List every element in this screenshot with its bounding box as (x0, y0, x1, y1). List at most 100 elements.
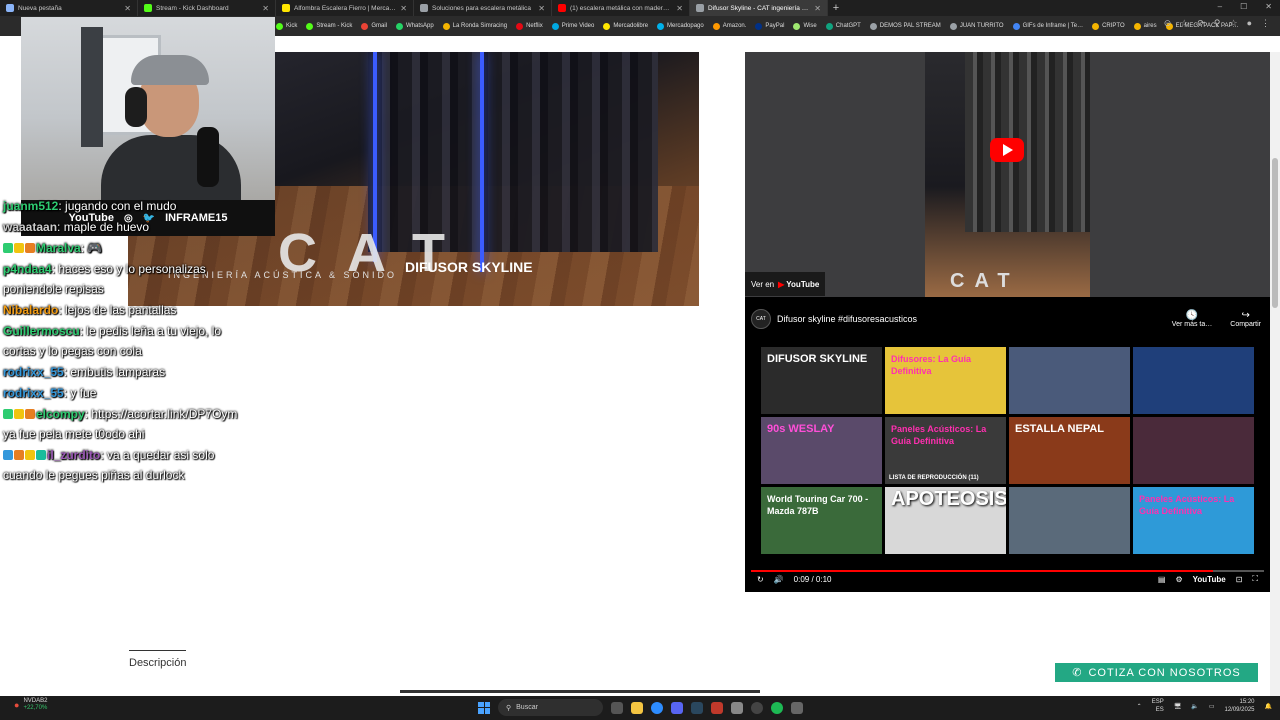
suggested-video[interactable]: APOTEOSIS (885, 487, 1006, 554)
toolbar-icon[interactable]: ● (1247, 18, 1252, 29)
app-icon[interactable] (791, 701, 803, 714)
steam-icon[interactable] (691, 701, 703, 714)
browser-tab[interactable]: Difusor Skyline - CAT ingeniería a… ✕ (690, 0, 828, 16)
suggested-video[interactable] (1009, 347, 1130, 414)
new-tab-button[interactable]: + (828, 2, 844, 14)
obs-icon[interactable] (751, 701, 763, 714)
browser-tab[interactable]: Alfombra Escalera Fierro | Mercado… ✕ (276, 0, 414, 16)
bookmark-item[interactable]: GIFs de Inframe | Te… (1012, 22, 1083, 30)
toolbar-icon[interactable]: ☆ (1229, 18, 1237, 29)
language-indicator[interactable]: ESP ES (1152, 698, 1164, 714)
toolbar-icon[interactable]: ⋮ (1261, 18, 1270, 29)
file-explorer-icon[interactable] (631, 701, 643, 714)
chevron-up-icon[interactable]: ⌃ (1137, 703, 1142, 710)
toolbar-icon[interactable]: ⚲ (1214, 18, 1221, 29)
bookmark-item[interactable]: WhatsApp (396, 22, 434, 30)
suggested-video[interactable] (1133, 417, 1254, 484)
fullscreen-icon[interactable]: ⛶ (1252, 574, 1258, 584)
edge-icon[interactable] (651, 701, 663, 714)
bookmark-item[interactable]: Gmail (361, 22, 387, 30)
bookmark-item[interactable]: Prime Video (551, 22, 594, 30)
bookmark-item[interactable]: Mercadolibre (603, 22, 648, 30)
close-tab-icon[interactable]: ✕ (400, 4, 407, 13)
toolbar-icon[interactable]: ⟳ (1197, 18, 1205, 29)
bookmark-item[interactable]: JUAN TURRITO (949, 22, 1004, 30)
task-view-icon[interactable] (611, 701, 623, 714)
chat-username[interactable]: Maralva (36, 241, 81, 255)
sound-icon[interactable]: 🔈 (1191, 703, 1198, 710)
suggested-video[interactable]: DIFUSOR SKYLINE (761, 347, 882, 414)
maximize-button[interactable]: ☐ (1240, 2, 1247, 11)
toolbar-icon[interactable]: ☆ (1180, 18, 1188, 29)
play-button[interactable] (990, 138, 1024, 162)
close-tab-icon[interactable]: ✕ (814, 4, 821, 13)
windows-start-icon[interactable] (478, 701, 490, 714)
browser-tab[interactable]: Soluciones para escalera metálica ✕ (414, 0, 552, 16)
share-button[interactable]: ↪ Compartir (1230, 310, 1261, 328)
watch-later-button[interactable]: 🕓 Ver más ta… (1172, 310, 1212, 328)
scrollbar-thumb[interactable] (1272, 158, 1278, 308)
youtube-embed[interactable]: CAT Ver en YouTube CAT Difusor skyline #… (745, 52, 1270, 592)
bookmark-item[interactable]: PayPal (755, 22, 784, 30)
bookmark-item[interactable]: ChatGPT (825, 22, 861, 30)
quote-cta-button[interactable]: ✆ COTIZA CON NOSOTROS (1055, 663, 1258, 682)
page-scrollbar[interactable] (1270, 52, 1280, 696)
chat-username[interactable]: rodrixx_55 (3, 386, 64, 400)
app-icon[interactable] (711, 701, 723, 714)
bookmark-item[interactable]: Amazon. (712, 22, 746, 30)
embed-title[interactable]: Difusor skyline #difusoresacusticos (777, 314, 1154, 324)
chat-username[interactable]: Nibalardo (3, 303, 58, 317)
youtube-brand[interactable]: YouTube (1193, 575, 1226, 584)
bookmark-item[interactable]: DEMOS PAL STREAM (869, 22, 941, 30)
browser-tab[interactable]: Stream - Kick Dashboard ✕ (138, 0, 276, 16)
suggested-video[interactable] (1009, 487, 1130, 554)
notifications-icon[interactable]: 🔔 (1265, 703, 1272, 710)
bookmark-item[interactable]: CRIPTO (1092, 22, 1125, 30)
app-icon[interactable] (731, 701, 743, 714)
chat-username[interactable]: rodrixx_55 (3, 365, 64, 379)
suggested-video[interactable]: Difusores: La Guía Definitiva (885, 347, 1006, 414)
taskbar-search[interactable]: ⚲ Buscar (498, 699, 603, 716)
discord-icon[interactable] (671, 701, 683, 714)
suggested-video[interactable] (1133, 347, 1254, 414)
bookmark-item[interactable]: Wise (793, 22, 817, 30)
chat-username[interactable]: waaataan (3, 220, 57, 234)
bookmark-item[interactable]: aires (1133, 22, 1157, 30)
close-tab-icon[interactable]: ✕ (676, 4, 683, 13)
browser-tab[interactable]: Nueva pestaña ✕ (0, 0, 138, 16)
spotify-icon[interactable] (771, 701, 783, 714)
battery-icon[interactable]: ▭ (1209, 703, 1215, 710)
browser-tab[interactable]: (1) escalera metálica con madera… ✕ (552, 0, 690, 16)
close-tab-icon[interactable]: ✕ (262, 4, 269, 13)
network-icon[interactable]: 🖥 (1174, 703, 1182, 710)
channel-avatar[interactable]: CAT (751, 309, 771, 329)
bookmark-item[interactable]: Stream - Kick (306, 22, 352, 30)
suggested-video[interactable]: ESTALLA NEPAL (1009, 417, 1130, 484)
bookmark-item[interactable]: Kick (276, 22, 297, 30)
close-tab-icon[interactable]: ✕ (124, 4, 131, 13)
close-tab-icon[interactable]: ✕ (538, 4, 545, 13)
toolbar-icon[interactable]: ⊝ (1164, 18, 1172, 29)
suggested-video[interactable]: 90s WESLAY (761, 417, 882, 484)
suggested-video[interactable]: Paneles Acústicos: La Guía Definitiva (1133, 487, 1254, 554)
close-window-button[interactable]: ✕ (1265, 2, 1272, 11)
bookmark-item[interactable]: La Ronda Simracing (442, 22, 507, 30)
volume-icon[interactable]: 🔊 (774, 575, 784, 584)
subtitles-icon[interactable]: ▤ (1158, 575, 1166, 584)
settings-gear-icon[interactable]: ⚙ (1175, 575, 1182, 584)
chat-username[interactable]: juanm512 (3, 199, 58, 213)
cast-icon[interactable]: ⊡ (1236, 575, 1243, 584)
stock-widget[interactable]: ● NVDAB2 +22,70% (14, 698, 47, 712)
description-tab[interactable]: Descripción (129, 650, 187, 669)
chat-username[interactable]: p4ndaa4 (3, 262, 52, 276)
replay-icon[interactable]: ↻ (757, 575, 764, 584)
suggested-video[interactable]: Paneles Acústicos: La Guía Definitiva LIS… (885, 417, 1006, 484)
suggested-video[interactable]: World Touring Car 700 - Mazda 787B (761, 487, 882, 554)
bookmark-item[interactable]: Netflix (516, 22, 543, 30)
minimize-button[interactable]: – (1218, 2, 1222, 11)
clock[interactable]: 15:20 12/09/2025 (1224, 698, 1254, 714)
chat-username[interactable]: il_zurdito (47, 448, 100, 462)
bookmark-item[interactable]: Mercadopago (657, 22, 704, 30)
chat-username[interactable]: Guillermoscu (3, 324, 80, 338)
watch-on-youtube-button[interactable]: Ver en YouTube (745, 272, 826, 296)
